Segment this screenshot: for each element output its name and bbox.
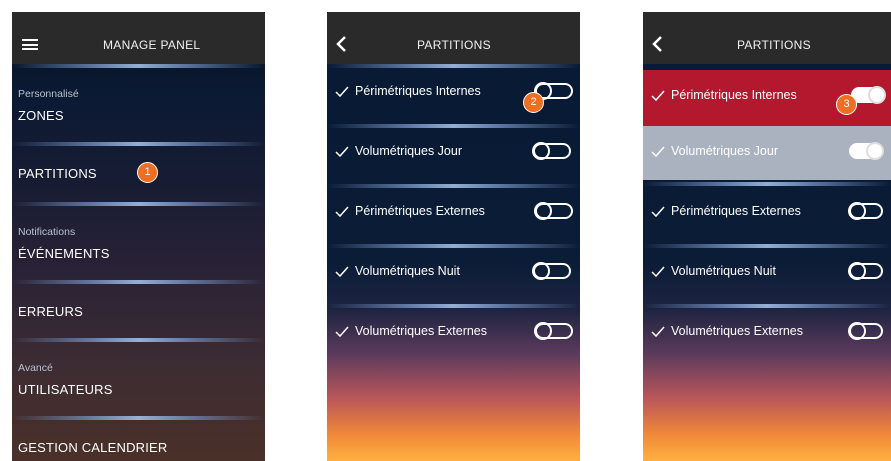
checkmark-icon	[335, 266, 349, 278]
top-bar: PARTITIONS	[643, 12, 891, 64]
partition-row: Volumétriques Externes	[327, 310, 580, 362]
partition-toggle[interactable]	[848, 262, 883, 280]
partition-row: Périmétriques Externes	[643, 190, 891, 242]
partition-label: Périmétriques Internes	[671, 88, 797, 102]
partitions-screen-enabled: PARTITIONS Périmétriques Internes 3 Volu…	[643, 12, 891, 461]
divider	[643, 304, 891, 308]
divider	[327, 64, 580, 68]
menu-item-label: ZONES	[18, 108, 64, 123]
partition-label: Volumétriques Jour	[671, 144, 779, 158]
divider	[12, 64, 265, 68]
partition-toggle[interactable]	[849, 142, 884, 160]
manage-panel-screen: MANAGE PANEL Personnalisé ZONES PARTITIO…	[12, 12, 265, 461]
divider	[12, 202, 265, 206]
menu-item-subtitle: Avancé	[18, 362, 53, 374]
chevron-left-icon[interactable]	[650, 34, 666, 54]
page-title: PARTITIONS	[417, 38, 491, 52]
checkmark-icon	[651, 206, 665, 218]
divider	[12, 280, 265, 284]
page-title: MANAGE PANEL	[103, 38, 201, 52]
checkmark-icon	[335, 326, 349, 338]
partition-row: Volumétriques Externes	[643, 310, 891, 362]
menu-item-label: UTILISATEURS	[18, 382, 113, 397]
divider	[643, 182, 891, 186]
partition-toggle[interactable]	[534, 202, 573, 220]
partition-label: Périmétriques Externes	[671, 204, 801, 218]
menu-item-label: GESTION CALENDRIER	[18, 440, 168, 455]
partition-row-selected: Volumétriques Jour	[643, 126, 891, 180]
checkmark-icon	[335, 206, 349, 218]
divider	[327, 304, 580, 308]
partition-row: Volumétriques Jour	[327, 130, 580, 182]
checkmark-icon	[335, 86, 349, 98]
top-bar: PARTITIONS	[327, 12, 580, 64]
partition-toggle[interactable]	[848, 202, 883, 220]
partition-label: Périmétriques Externes	[355, 204, 485, 218]
menu-item-label: ÉVÉNEMENTS	[18, 246, 110, 261]
checkmark-icon	[335, 146, 349, 158]
partition-label: Volumétriques Jour	[355, 144, 463, 158]
partition-toggle[interactable]	[532, 142, 571, 160]
chevron-left-icon[interactable]	[334, 34, 350, 54]
step-badge: 2	[523, 92, 544, 113]
partition-toggle[interactable]	[534, 322, 573, 340]
menu-item-subtitle: Notifications	[18, 226, 76, 238]
checkmark-icon	[651, 326, 665, 338]
divider	[12, 142, 265, 146]
top-bar: MANAGE PANEL	[12, 12, 265, 64]
step-badge: 3	[836, 94, 857, 115]
menu-item-label: PARTITIONS	[18, 166, 97, 181]
partition-label: Périmétriques Internes	[355, 84, 481, 98]
divider	[643, 244, 891, 248]
page-title: PARTITIONS	[737, 38, 811, 52]
divider	[12, 416, 265, 420]
partitions-screen: PARTITIONS Périmétriques Internes 2 Volu…	[327, 12, 580, 461]
divider	[327, 244, 580, 248]
checkmark-icon	[651, 146, 665, 158]
hamburger-icon[interactable]	[22, 39, 38, 50]
partition-label: Volumétriques Externes	[355, 324, 488, 338]
partition-row: Volumétriques Nuit	[643, 250, 891, 302]
partition-label: Volumétriques Externes	[671, 324, 804, 338]
checkmark-icon	[651, 266, 665, 278]
menu-item-label: ERREURS	[18, 304, 83, 319]
checkmark-icon	[651, 90, 665, 102]
menu-item-subtitle: Personnalisé	[18, 88, 79, 100]
divider	[327, 184, 580, 188]
partition-label: Volumétriques Nuit	[671, 264, 776, 278]
partition-toggle[interactable]	[532, 262, 571, 280]
partition-row: Périmétriques Externes	[327, 190, 580, 242]
partition-row: Volumétriques Nuit	[327, 250, 580, 302]
divider	[12, 338, 265, 342]
step-badge: 1	[137, 162, 158, 183]
partition-toggle[interactable]	[848, 322, 883, 340]
divider	[327, 124, 580, 128]
partition-label: Volumétriques Nuit	[355, 264, 460, 278]
